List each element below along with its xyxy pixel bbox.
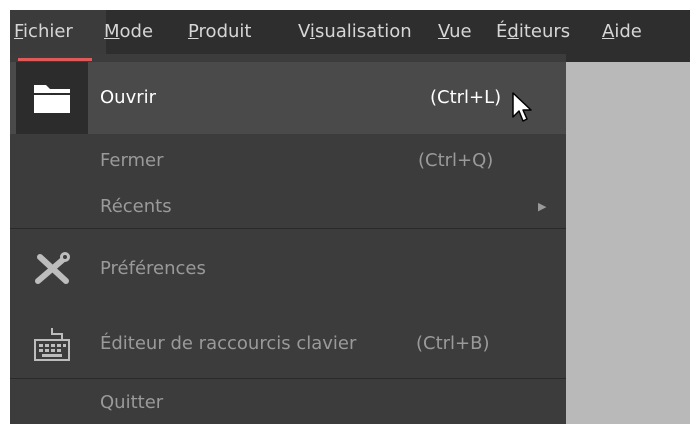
menu-item-recent-label: Récents bbox=[100, 196, 172, 217]
menu-aide-rest: ide bbox=[614, 21, 642, 42]
menu-aide-mnemonic: A bbox=[602, 21, 615, 42]
menu-mode-rest: ode bbox=[119, 21, 154, 42]
menu-item-open-shortcut: (Ctrl+L) bbox=[430, 87, 502, 108]
menu-mode-mnemonic: M bbox=[104, 21, 120, 42]
folder-icon bbox=[16, 62, 88, 134]
menu-item-shortcut-editor-label: Éditeur de raccourcis clavier bbox=[100, 333, 357, 354]
canvas-area[interactable] bbox=[566, 62, 690, 424]
menu-aide[interactable]: Aide bbox=[602, 10, 642, 54]
menu-item-close-label: Fermer bbox=[100, 150, 164, 171]
menu-visualisation[interactable]: Visualisation bbox=[298, 10, 412, 54]
mouse-cursor-icon bbox=[512, 92, 532, 122]
menu-produit-mnemonic: P bbox=[188, 21, 199, 42]
menu-separator bbox=[10, 378, 566, 379]
menu-fichier-rest: ichier bbox=[23, 21, 73, 42]
menu-item-shortcut-editor[interactable]: Éditeur de raccourcis clavier (Ctrl+B) bbox=[10, 314, 566, 374]
menu-produit[interactable]: Produit bbox=[188, 10, 251, 54]
menu-vue[interactable]: Vue bbox=[438, 10, 472, 54]
menu-item-quit[interactable]: Quitter bbox=[10, 382, 566, 424]
application-window: Fichier Mode Produit Visualisation Vue É… bbox=[0, 0, 690, 424]
menu-item-open-label: Ouvrir bbox=[100, 87, 157, 108]
menu-editeurs-rest: iteurs bbox=[518, 21, 571, 42]
tools-icon bbox=[16, 244, 88, 294]
menu-vue-mnemonic: V bbox=[438, 21, 450, 42]
menu-separator bbox=[10, 228, 566, 229]
menu-editeurs-prefix: É bbox=[496, 21, 508, 42]
menu-item-close[interactable]: Fermer (Ctrl+Q) bbox=[10, 136, 566, 186]
file-menu-dropdown: Ouvrir (Ctrl+L) Fermer (Ctrl+Q) Récents … bbox=[10, 54, 566, 424]
menu-item-open[interactable]: Ouvrir (Ctrl+L) bbox=[10, 62, 566, 134]
menu-item-preferences-label: Préférences bbox=[100, 258, 206, 279]
menu-editeurs-mnemonic: d bbox=[507, 21, 519, 42]
menu-bar: Fichier Mode Produit Visualisation Vue É… bbox=[10, 10, 690, 54]
menu-item-quit-label: Quitter bbox=[100, 392, 164, 413]
menu-fichier-mnemonic: F bbox=[14, 21, 24, 42]
menu-item-close-shortcut: (Ctrl+Q) bbox=[418, 150, 494, 171]
menu-vue-rest: ue bbox=[449, 21, 472, 42]
menu-fichier[interactable]: Fichier bbox=[10, 10, 106, 54]
menu-mode[interactable]: Mode bbox=[104, 10, 153, 54]
menu-editeurs[interactable]: Éditeurs bbox=[496, 10, 570, 54]
keyboard-icon bbox=[16, 314, 88, 374]
menu-produit-rest: roduit bbox=[198, 21, 252, 42]
menu-visualisation-prefix: V bbox=[298, 21, 310, 42]
submenu-arrow-icon: ▶ bbox=[538, 200, 547, 213]
menu-visualisation-rest: sualisation bbox=[314, 21, 412, 42]
menu-item-shortcut-editor-shortcut: (Ctrl+B) bbox=[416, 333, 490, 354]
menu-item-recent[interactable]: Récents ▶ bbox=[10, 182, 566, 232]
menu-accent-bar bbox=[18, 58, 92, 61]
menu-item-preferences[interactable]: Préférences bbox=[10, 244, 566, 294]
